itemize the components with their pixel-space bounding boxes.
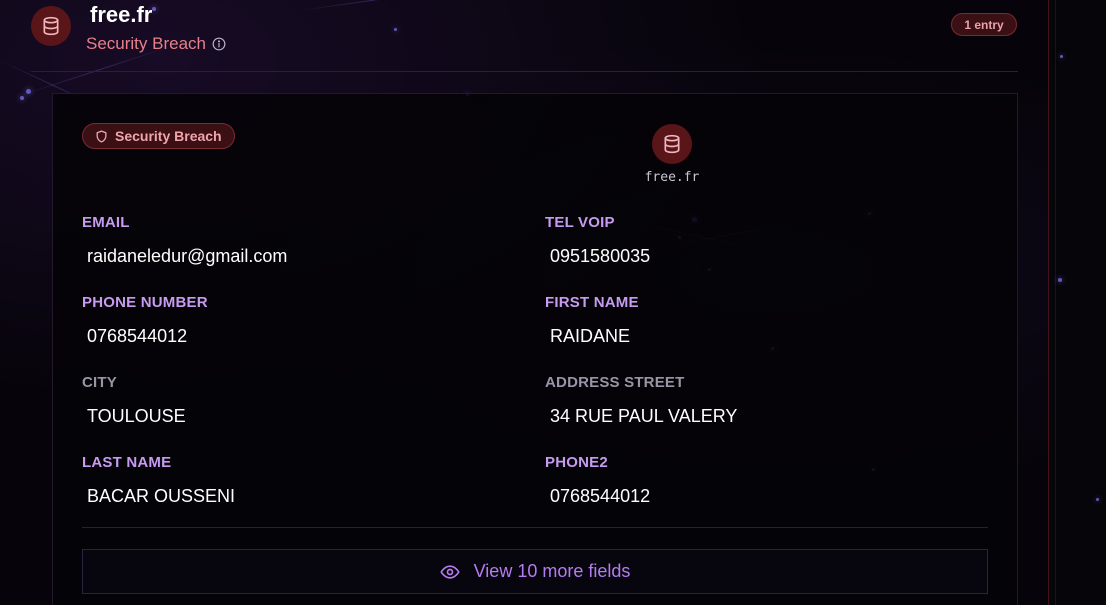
field-value-email: raidaneledur@gmail.com — [87, 246, 288, 266]
right-panel-background — [1048, 0, 1106, 605]
background-star — [394, 28, 397, 31]
breach-type-label: Security Breach — [86, 34, 206, 53]
security-breach-tag-label: Security Breach — [115, 128, 222, 144]
eye-icon — [440, 562, 460, 582]
field-value-phone-number: 0768544012 — [87, 326, 188, 346]
background-network-line — [300, 0, 439, 11]
security-breach-tag: Security Breach — [82, 123, 235, 149]
background-star — [20, 96, 24, 100]
shield-icon — [95, 129, 108, 143]
background-star — [26, 89, 31, 94]
field-label-tel-voip: TEL VOIP — [545, 214, 615, 231]
field-label-address-street: ADDRESS STREET — [545, 374, 685, 391]
card-divider — [82, 527, 988, 528]
database-icon — [652, 124, 692, 164]
page: free.fr Security Breach 1 entry Security… — [0, 0, 1106, 605]
breach-type-subtitle: Security Breach — [86, 34, 226, 54]
source-name: free.fr — [644, 170, 700, 185]
entry-count-badge: 1 entry — [951, 13, 1017, 36]
view-more-fields-label: View 10 more fields — [473, 561, 631, 581]
field-label-last-name: LAST NAME — [82, 454, 172, 471]
field-label-phone2: PHONE2 — [545, 454, 608, 471]
background-star — [1096, 498, 1099, 501]
field-value-city: TOULOUSE — [87, 406, 186, 426]
field-value-tel-voip: 0951580035 — [550, 246, 651, 266]
info-icon[interactable] — [212, 37, 226, 51]
background-star — [1058, 278, 1062, 282]
right-panel-border — [1048, 0, 1049, 605]
breach-entry-card — [52, 93, 1018, 605]
field-value-first-name: RAIDANE — [550, 326, 631, 346]
field-label-phone-number: PHONE NUMBER — [82, 294, 208, 311]
view-more-fields-button[interactable]: View 10 more fields — [82, 549, 988, 594]
field-label-city: CITY — [82, 374, 117, 391]
field-value-phone2: 0768544012 — [550, 486, 651, 506]
header-divider — [31, 71, 1018, 72]
page-title: free.fr — [90, 2, 153, 27]
field-value-address-street: 34 RUE PAUL VALERY — [550, 406, 738, 426]
right-panel-border-inner — [1055, 0, 1056, 605]
background-star — [1060, 55, 1063, 58]
database-icon — [31, 6, 71, 46]
field-label-first-name: FIRST NAME — [545, 294, 639, 311]
field-label-email: EMAIL — [82, 214, 130, 231]
field-value-last-name: BACAR OUSSENI — [87, 486, 236, 506]
background-star — [152, 7, 156, 11]
